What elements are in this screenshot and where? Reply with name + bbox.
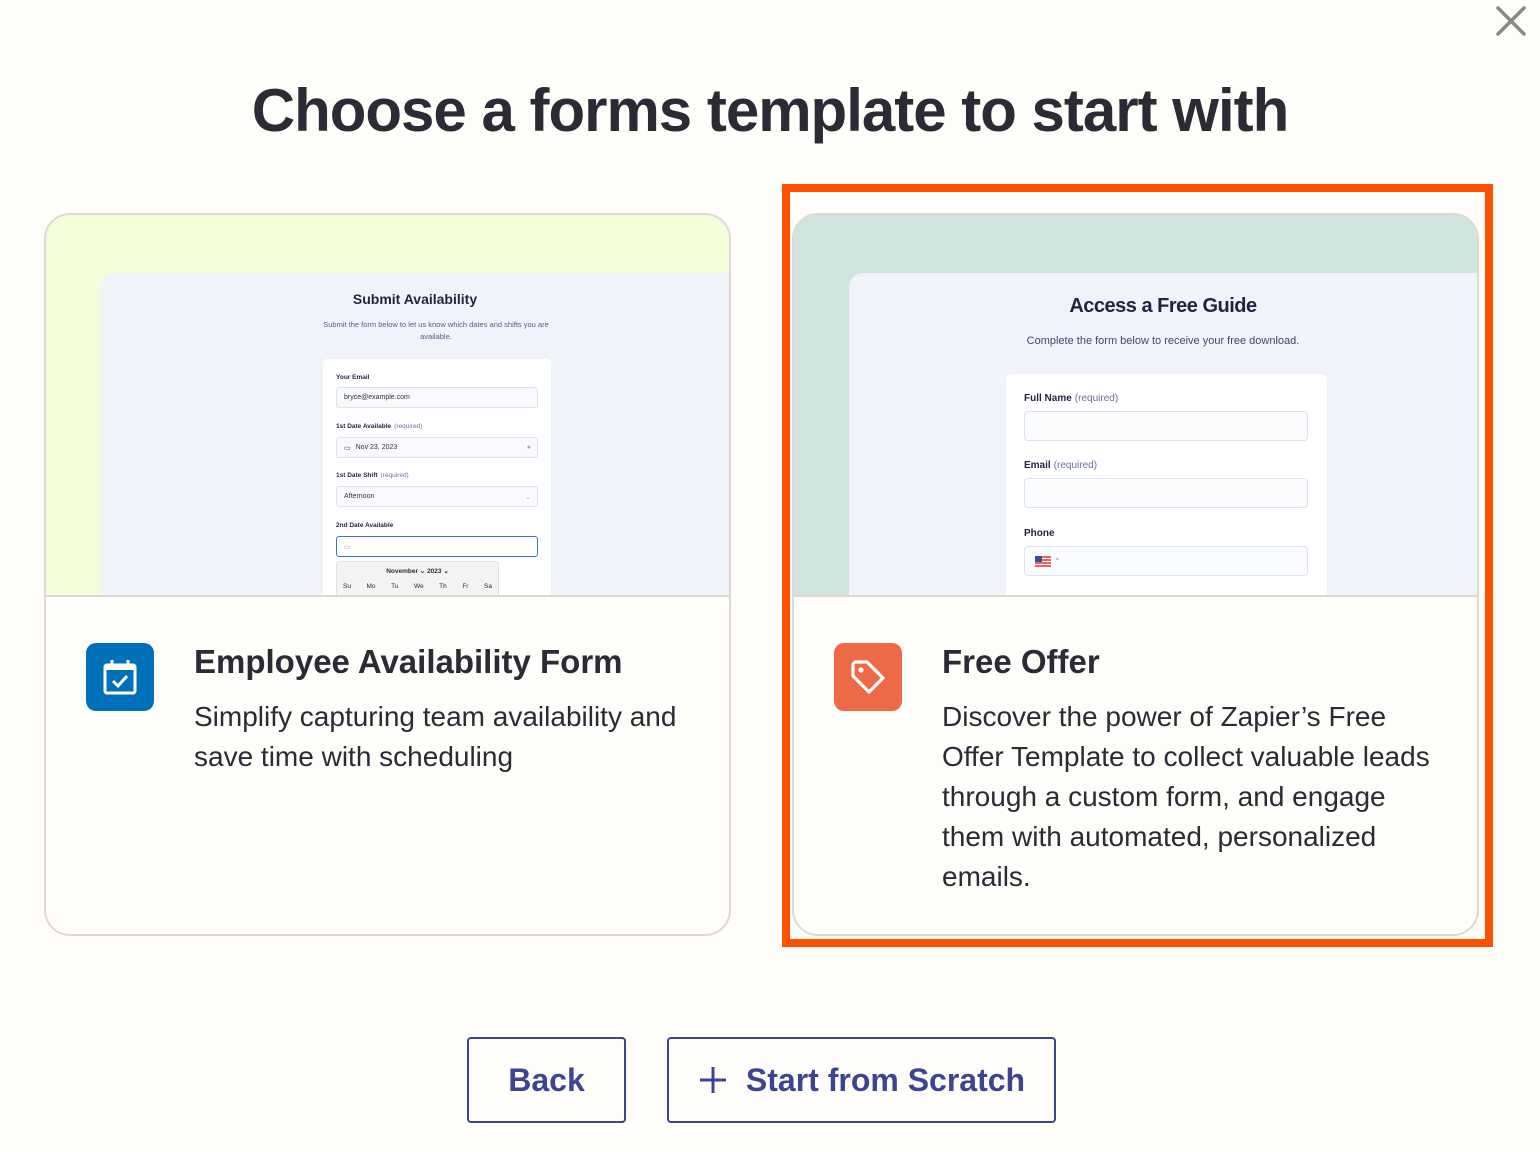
email-field: bryce@example.com — [336, 387, 538, 408]
weekday-label: Th — [439, 583, 447, 590]
calendar-icon: ▭ — [344, 444, 351, 452]
shift-select: Afternoon ⌄ — [336, 486, 538, 507]
field-label: 2nd Date Available — [336, 522, 394, 529]
preview-form: Your Email bryce@example.com 1st Date Av… — [323, 359, 551, 595]
field-label: Your Email — [336, 374, 370, 381]
calendar-check-icon — [86, 643, 154, 711]
template-preview: Submit Availability Submit the form belo… — [46, 215, 729, 597]
close-icon[interactable] — [1494, 4, 1528, 38]
field-label: 1st Date Available (required) — [336, 423, 423, 430]
full-name-field — [1024, 411, 1308, 441]
template-preview: Access a Free Guide Complete the form be… — [794, 215, 1477, 597]
template-description: Simplify capturing team availability and… — [194, 701, 677, 772]
clear-icon: ● — [526, 444, 531, 451]
email-field — [1024, 478, 1308, 508]
chevron-down-icon: ⌄ — [525, 493, 531, 501]
preview-title: Submit Availability — [352, 291, 478, 307]
weekday-label: We — [413, 583, 424, 590]
calendar-popup: November ⌄ 2023 ⌄ Su Mo Tu We Th Fr Sa — [336, 561, 499, 595]
calendar-icon: ▭ — [344, 543, 351, 551]
calendar-weekdays: Su Mo Tu We Th Fr Sa — [343, 583, 492, 590]
date-field-focused: ▭ — [336, 536, 538, 557]
template-description: Discover the power of Zapier’s Free Offe… — [942, 701, 1430, 892]
weekday-label: Mo — [366, 583, 376, 590]
preview-subtitle: Complete the form below to receive your … — [1026, 335, 1300, 347]
template-card-free-offer[interactable]: Access a Free Guide Complete the form be… — [792, 213, 1479, 936]
chevron-down-icon: ⌄ — [1054, 553, 1061, 562]
preview-panel: Access a Free Guide Complete the form be… — [849, 273, 1477, 595]
page-title: Choose a forms template to start with — [251, 77, 1290, 144]
plus-icon — [699, 1067, 726, 1093]
us-flag-icon — [1035, 556, 1051, 567]
start-from-scratch-button[interactable]: Start from Scratch — [667, 1037, 1056, 1123]
template-title: Free Offer — [942, 643, 1100, 680]
preview-panel: Submit Availability Submit the form belo… — [101, 273, 729, 595]
preview-form: Full Name (required) Email (required) Phon… — [1006, 374, 1327, 595]
phone-field: ⌄ — [1024, 546, 1308, 576]
weekday-label: Tu — [391, 583, 399, 590]
date-field: ▭ Nov 23, 2023 ● — [336, 437, 538, 458]
back-button[interactable]: Back — [467, 1037, 626, 1123]
field-label: 1st Date Shift (required) — [336, 472, 409, 479]
tag-icon — [834, 643, 902, 711]
weekday-label: Fr — [462, 583, 469, 590]
template-title: Employee Availability Form — [194, 643, 623, 680]
template-card-employee-availability[interactable]: Submit Availability Submit the form belo… — [44, 213, 731, 936]
weekday-label: Sa — [484, 583, 492, 590]
preview-title: Access a Free Guide — [1069, 295, 1257, 317]
weekday-label: Su — [343, 583, 351, 590]
preview-subtitle: Submit the form below to let us know whi… — [323, 320, 549, 341]
